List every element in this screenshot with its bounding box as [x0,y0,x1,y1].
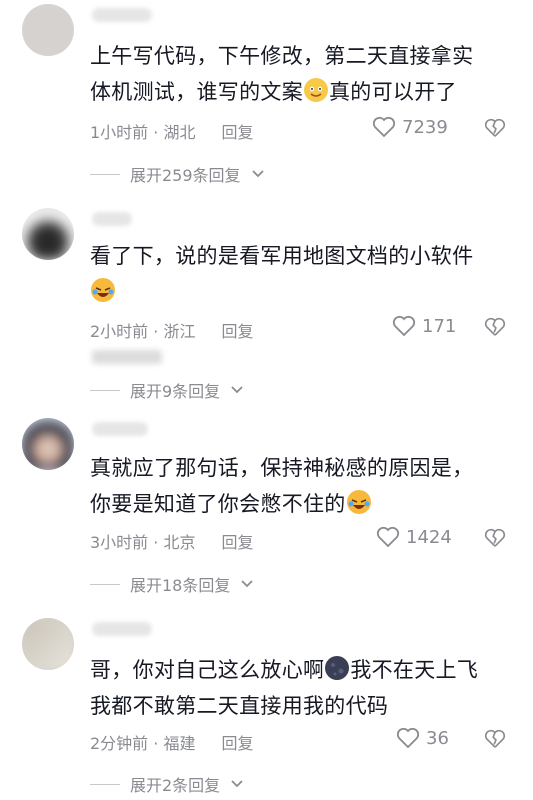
like-count: 7239 [402,116,448,138]
expand-replies[interactable]: 展开18条回复 [90,572,254,596]
avatar[interactable] [22,618,74,670]
timestamp-location: 3小时前 · 北京 [90,533,196,552]
expand-replies-label: 展开2条回复 [130,776,221,795]
broken-heart-icon [484,118,506,137]
divider [90,583,120,585]
like-button[interactable]: 36 [396,727,449,749]
comment-line: 看了下，说的是看军用地图文档的小软件 [90,244,474,268]
comment-line: 我都不敢第二天直接用我的代码 [90,694,389,718]
comment-line: 哥，你对自己这么放心啊 我不在天上飞 [90,656,479,682]
like-button[interactable]: 7239 [372,116,448,138]
comment-text: 上午写代码，下午修改，第二天直接拿实 体机测试，谁写的文案 真的可以开了 [90,38,510,110]
comment-line: 体机测试，谁写的文案 真的可以开了 [90,78,457,104]
like-button[interactable]: 1424 [376,526,452,548]
reply-button[interactable]: 回复 [221,322,253,341]
like-count: 171 [422,315,457,337]
like-count: 36 [426,727,449,749]
expand-replies[interactable]: 展开259条回复 [90,162,265,186]
expand-replies-label: 展开9条回复 [130,382,221,401]
divider [90,173,120,175]
comment-meta: 1小时前 · 湖北 回复 [90,119,253,143]
reply-button[interactable]: 回复 [221,123,253,142]
comment-meta: 2小时前 · 浙江 回复 [90,318,253,342]
broken-heart-icon [484,317,506,336]
heart-outline-icon [396,727,420,749]
broken-heart-icon [484,729,506,748]
heart-outline-icon [392,315,416,337]
divider [90,783,120,785]
blurred-reply-preview [92,350,162,364]
avatar[interactable] [22,208,74,260]
comment-text: 哥，你对自己这么放心啊 我不在天上飞 我都不敢第二天直接用我的代码 [90,652,510,724]
laugh-cry-emoji-icon [346,490,371,514]
avatar[interactable] [22,4,74,56]
dislike-button[interactable] [484,729,506,753]
reply-button[interactable]: 回复 [221,734,253,753]
avatar[interactable] [22,418,74,470]
username-blurred[interactable] [92,212,132,226]
comment-line: 真就应了那句话，保持神秘感的原因是， [90,456,474,480]
username-blurred[interactable] [92,8,152,22]
timestamp-location: 2小时前 · 浙江 [90,322,196,341]
heart-outline-icon [372,116,396,138]
reply-button[interactable]: 回复 [221,533,253,552]
heart-outline-icon [376,526,400,548]
username-blurred[interactable] [92,622,152,636]
comment-meta: 2分钟前 · 福建 回复 [90,730,253,754]
comment-line: 上午写代码，下午修改，第二天直接拿实 [90,44,474,68]
comment-text: 真就应了那句话，保持神秘感的原因是， 你要是知道了你会憋不住的 [90,450,510,522]
chevron-down-icon [251,170,264,178]
comment-text: 看了下，说的是看军用地图文档的小软件 [90,238,510,310]
like-button[interactable]: 171 [392,315,456,337]
dark-moon-emoji-icon [325,656,350,680]
expand-replies[interactable]: 展开9条回复 [90,378,244,402]
username-blurred[interactable] [92,422,148,436]
timestamp-location: 1小时前 · 湖北 [90,123,196,142]
chevron-down-icon [231,780,243,788]
laugh-cry-emoji-icon [91,278,115,302]
comment-line [90,274,510,310]
timestamp-location: 2分钟前 · 福建 [90,734,196,753]
dislike-button[interactable] [484,118,506,142]
chevron-down-icon [241,580,254,588]
expand-replies-label: 展开18条回复 [130,576,231,595]
dislike-button[interactable] [484,528,506,552]
like-count: 1424 [406,526,452,548]
chevron-down-icon [231,386,243,394]
smile-emoji-icon [304,78,328,102]
comment-line: 你要是知道了你会憋不住的 [90,486,510,522]
comment-meta: 3小时前 · 北京 回复 [90,529,253,553]
broken-heart-icon [484,528,506,547]
divider [90,389,120,391]
dislike-button[interactable] [484,317,506,341]
expand-replies[interactable]: 展开2条回复 [90,772,244,796]
expand-replies-label: 展开259条回复 [130,166,241,185]
